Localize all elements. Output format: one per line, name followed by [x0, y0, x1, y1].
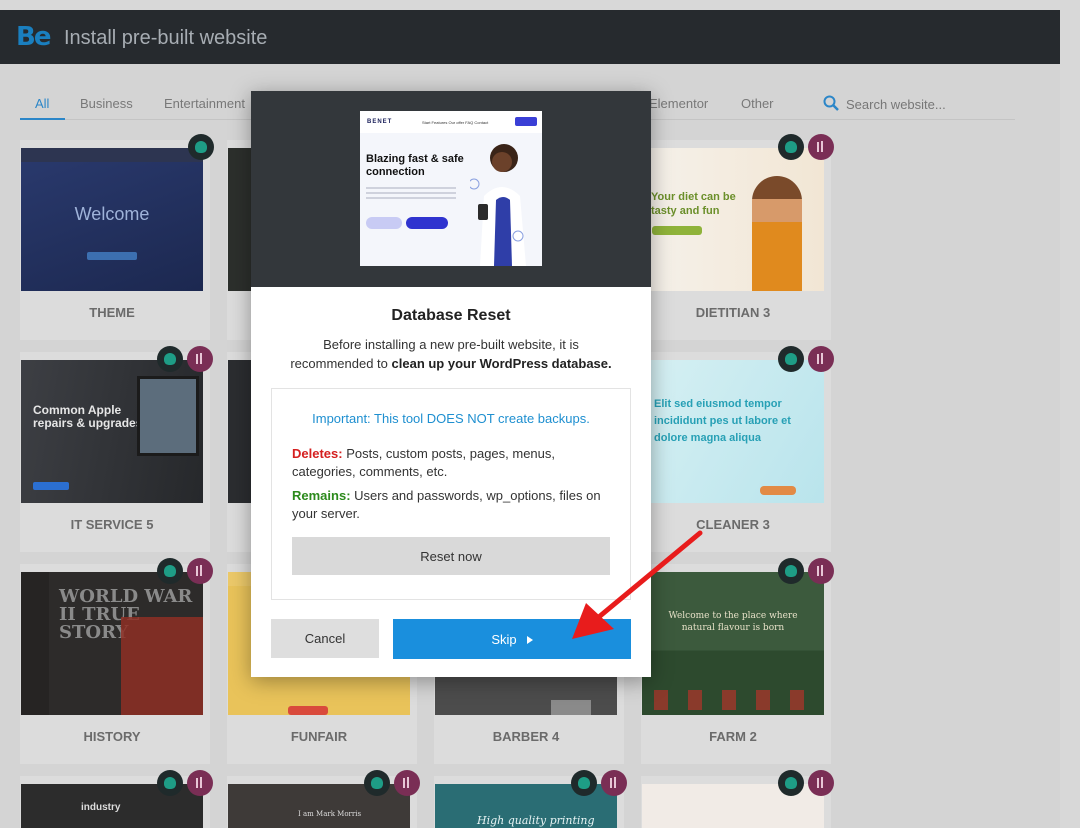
betheme-badge-icon — [157, 346, 183, 372]
preview-person-image — [470, 144, 526, 266]
active-filter-indicator — [20, 118, 65, 120]
template-name: IT SERVICE 5 — [70, 517, 154, 532]
preview-button-primary — [406, 217, 448, 229]
database-reset-modal: BENET Start Features Our offer FAQ Conta… — [251, 91, 651, 677]
deletes-label: Deletes: — [292, 446, 343, 461]
filter-elementor[interactable]: Elementor — [649, 96, 708, 111]
preview-button-secondary — [366, 217, 402, 229]
betheme-badge-icon — [778, 134, 804, 160]
thumbnail-text: industry — [81, 802, 121, 813]
thumbnail-text: Common Apple repairs & upgrades — [33, 403, 143, 430]
thumbnail-text: Your diet can be tasty and fun — [651, 191, 736, 217]
page-title: Install pre-built website — [64, 27, 268, 49]
thumbnail-text: Welcome — [74, 204, 150, 224]
elementor-badge-icon — [808, 346, 834, 372]
template-name: BARBER 4 — [492, 729, 560, 744]
template-name: CLEANER 3 — [696, 517, 770, 532]
elementor-badge-icon — [187, 558, 213, 584]
template-thumbnail: Elit sed eiusmod tempor incididunt pes u… — [642, 360, 824, 503]
template-card[interactable]: Welcome THEME — [20, 134, 214, 340]
betheme-badge-icon — [571, 770, 597, 796]
preview-body-text — [366, 187, 456, 201]
preview-nav-links: Start Features Our offer FAQ Contact — [422, 120, 489, 125]
skip-button-label: Skip — [491, 631, 517, 647]
cancel-button[interactable]: Cancel — [271, 619, 379, 658]
backup-warning: Important: This tool DOES NOT create bac… — [312, 411, 590, 426]
elementor-badge-icon — [394, 770, 420, 796]
website-preview-image: BENET Start Features Our offer FAQ Conta… — [360, 111, 542, 266]
modal-description: Before installing a new pre-built websit… — [281, 335, 621, 373]
elementor-badge-icon — [187, 770, 213, 796]
top-bar: Be Install pre-built website — [0, 10, 1060, 64]
template-name: FARM 2 — [709, 729, 757, 744]
template-card[interactable]: High quality printing — [434, 770, 627, 828]
template-thumbnail: Welcome — [21, 148, 203, 291]
template-card[interactable]: I am Mark Morris — [227, 770, 420, 828]
template-card[interactable] — [641, 770, 834, 828]
preview-logo: BENET — [367, 119, 393, 125]
preview-headline: Blazing fast & safe connection — [366, 153, 464, 178]
deletes-info: Deletes: Posts, custom posts, pages, men… — [292, 445, 622, 481]
betheme-badge-icon — [188, 134, 214, 160]
modal-description-emphasis: clean up your WordPress database. — [391, 356, 612, 371]
template-name: HISTORY — [83, 729, 141, 744]
elementor-badge-icon — [187, 346, 213, 372]
template-thumbnail: Welcome to the place where natural flavo… — [642, 572, 824, 715]
search-icon — [823, 95, 839, 111]
template-card[interactable]: Your diet can be tasty and fun DIETITIAN… — [641, 134, 834, 340]
template-card[interactable]: Welcome to the place where natural flavo… — [641, 558, 834, 764]
thumbnail-text: I am Mark Morris — [298, 810, 362, 818]
template-card[interactable]: industry — [20, 770, 213, 828]
elementor-badge-icon — [601, 770, 627, 796]
thumbnail-text: High quality printing — [477, 814, 595, 827]
search-input[interactable] — [846, 94, 1016, 114]
template-card[interactable]: WORLD WAR II TRUE STORY HISTORY — [20, 558, 213, 764]
thumbnail-text: Elit sed eiusmod tempor incididunt pes u… — [654, 398, 791, 444]
betheme-badge-icon — [778, 558, 804, 584]
template-thumbnail: WORLD WAR II TRUE STORY — [21, 572, 203, 715]
template-thumbnail — [228, 360, 252, 503]
be-logo: Be — [16, 22, 51, 52]
reset-now-button[interactable]: Reset now — [292, 537, 610, 575]
elementor-badge-icon — [808, 134, 834, 160]
template-thumbnail: Your diet can be tasty and fun — [642, 148, 824, 291]
template-thumbnail — [228, 148, 252, 291]
betheme-badge-icon — [778, 346, 804, 372]
template-card[interactable]: Common Apple repairs & upgrades IT SERVI… — [20, 346, 213, 552]
remains-info: Remains: Users and passwords, wp_options… — [292, 487, 622, 523]
template-thumbnail: Common Apple repairs & upgrades — [21, 360, 203, 503]
template-name: DIETITIAN 3 — [695, 305, 771, 320]
elementor-badge-icon — [808, 770, 834, 796]
betheme-badge-icon — [157, 558, 183, 584]
betheme-badge-icon — [157, 770, 183, 796]
template-name: FUNFAIR — [290, 729, 348, 744]
thumbnail-text: Welcome to the place where natural flavo… — [668, 611, 798, 633]
reset-info-box: Important: This tool DOES NOT create bac… — [271, 388, 631, 600]
modal-title: Database Reset — [391, 307, 511, 324]
skip-button[interactable]: Skip — [393, 619, 631, 659]
preview-navbar: BENET Start Features Our offer FAQ Conta… — [360, 111, 542, 133]
elementor-badge-icon — [808, 558, 834, 584]
preview-buy-button — [515, 117, 537, 126]
filter-all[interactable]: All — [35, 96, 49, 111]
play-arrow-icon — [526, 636, 533, 645]
filter-business[interactable]: Business — [80, 96, 133, 111]
filter-other[interactable]: Other — [741, 96, 774, 111]
betheme-badge-icon — [778, 770, 804, 796]
filter-entertainment[interactable]: Entertainment — [164, 96, 245, 111]
modal-header: BENET Start Features Our offer FAQ Conta… — [251, 91, 651, 287]
template-card[interactable]: Elit sed eiusmod tempor incididunt pes u… — [641, 346, 834, 552]
remains-label: Remains: — [292, 488, 351, 503]
betheme-badge-icon — [364, 770, 390, 796]
template-name: THEME — [89, 305, 135, 320]
